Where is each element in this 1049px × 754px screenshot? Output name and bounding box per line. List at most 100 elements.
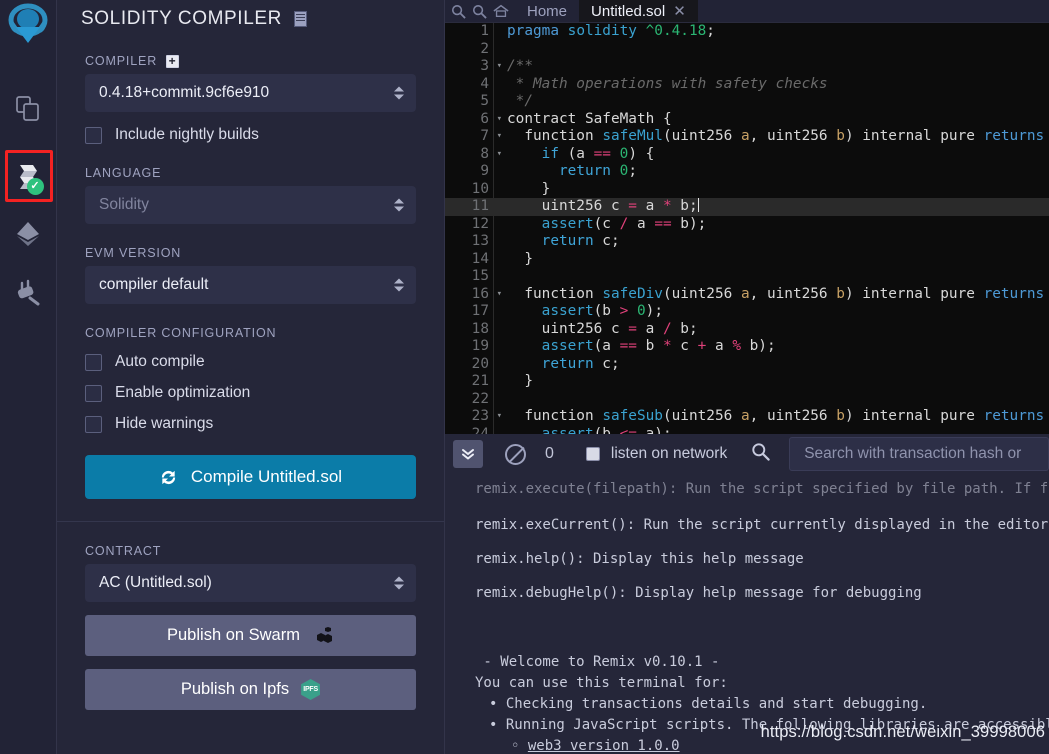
code-editor[interactable]: 1 pragma solidity ^0.4.18; 2 3 ▾ /** 4 * Math … (445, 22, 1049, 434)
clear-console-button[interactable] (505, 443, 526, 465)
search-icon[interactable] (751, 442, 770, 466)
language-label: LANGUAGE (85, 166, 162, 180)
compile-button-label: Compile Untitled.sol (190, 467, 343, 486)
terminal-line: • Checking transactions details and star… (489, 696, 928, 712)
home-icon[interactable] (493, 4, 509, 18)
swarm-icon (312, 626, 334, 645)
terminal-line: remix.debugHelp(): Display help message … (475, 585, 922, 601)
hide-warnings-row[interactable]: Hide warnings (85, 415, 416, 433)
sidebar-item-plugin-manager[interactable] (0, 263, 57, 321)
chevron-updown-icon (394, 576, 404, 590)
main-area: Home Untitled.sol ✕ 1 pragma solidity ^0.… (445, 0, 1049, 754)
listen-on-network-checkbox[interactable] (585, 447, 600, 461)
hide-warnings-checkbox[interactable] (85, 415, 102, 433)
tab-home[interactable]: Home (515, 0, 579, 22)
line-number: 19 (471, 338, 489, 354)
code-line: 14 } (445, 251, 1049, 269)
code-line: 24 assert(b <= a); (445, 426, 1049, 435)
contract-value: AC (Untitled.sol) (99, 574, 212, 591)
terminal-toolbar: 0 listen on network Search with transact… (445, 434, 1049, 474)
terminal-line: remix.execute(filepath): Run the script … (475, 481, 1049, 497)
code-lines: 1 pragma solidity ^0.4.18; 2 3 ▾ /** 4 * Math … (445, 23, 1049, 434)
ipfs-icon: IPFS (301, 679, 321, 700)
solidity-compiler-panel: SOLIDITY COMPILER COMPILER + 0.4.18+comm… (57, 0, 445, 754)
code-text: return c; (541, 233, 620, 249)
terminal-welcome-block: - Welcome to Remix v0.10.1 - You can use … (475, 610, 1049, 754)
terminal-output[interactable]: remix.execute(filepath): Run the script … (445, 474, 1049, 754)
add-custom-compiler-icon[interactable]: + (166, 54, 180, 68)
code-line: 2 (445, 41, 1049, 59)
tab-untitled-sol[interactable]: Untitled.sol ✕ (579, 0, 698, 22)
code-line: 3 ▾ /** (445, 58, 1049, 76)
code-line: 4 * Math operations with safety checks (445, 76, 1049, 94)
enable-optimization-row[interactable]: Enable optimization (85, 384, 416, 402)
auto-compile-row[interactable]: Auto compile (85, 353, 416, 371)
documentation-icon[interactable] (293, 10, 307, 27)
code-line: 22 (445, 391, 1049, 409)
include-nightly-row[interactable]: Include nightly builds (85, 126, 416, 144)
text-cursor (697, 198, 699, 212)
remix-ide-window: ✓ SOLIDITY COMPILER COMPILER + 0.4.18+co… (0, 0, 1049, 754)
contract-select[interactable]: AC (Untitled.sol) (85, 564, 416, 602)
code-line: 18 uint256 c = a / b; (445, 321, 1049, 339)
close-icon[interactable]: ✕ (673, 4, 686, 19)
sidebar-item-file-explorers[interactable] (0, 80, 57, 138)
line-number: 13 (471, 233, 489, 249)
terminal-line: remix.exeCurrent(): Run the script curre… (475, 517, 1049, 533)
auto-compile-checkbox[interactable] (85, 353, 102, 371)
include-nightly-checkbox[interactable] (85, 126, 102, 144)
terminal-panel: 0 listen on network Search with transact… (445, 434, 1049, 754)
code-text: assert(c / a == b); (507, 215, 707, 232)
terminal-line: ◦ web3 version 1.0.0 (511, 738, 680, 754)
compiler-version-value: 0.4.18+commit.9cf6e910 (99, 84, 270, 101)
code-line: 20 return c; (445, 356, 1049, 374)
line-number: 9 (480, 163, 489, 179)
sidebar-item-solidity-compiler[interactable]: ✓ (0, 147, 57, 205)
chevron-updown-icon (394, 278, 404, 292)
zoom-in-icon[interactable] (472, 4, 487, 19)
search-placeholder: Search with transaction hash or (804, 445, 1022, 462)
publish-on-ipfs-button[interactable]: Publish on Ipfs IPFS (85, 669, 416, 710)
code-text: function safeDiv(uint256 a, uint256 b) i… (507, 285, 1045, 302)
code-text: pragma solidity ^0.4.18; (507, 23, 715, 39)
code-text: assert(b <= a); (507, 425, 672, 435)
compiler-version-select[interactable]: 0.4.18+commit.9cf6e910 (85, 74, 416, 112)
editor-tab-bar: Home Untitled.sol ✕ (445, 0, 1049, 22)
chevron-updown-icon (394, 86, 404, 100)
line-number: 8 ▾ (480, 145, 502, 162)
web3-link[interactable]: web3 version 1.0.0 (528, 738, 680, 754)
code-line: 5 */ (445, 93, 1049, 111)
code-line: 23 ▾ function safeSub(uint256 a, uint256 … (445, 408, 1049, 426)
line-number: 3 ▾ (480, 58, 502, 74)
compile-button[interactable]: Compile Untitled.sol (85, 455, 416, 499)
line-number: 4 (480, 75, 489, 92)
language-select[interactable]: Solidity (85, 186, 416, 224)
enable-optimization-checkbox[interactable] (85, 384, 102, 402)
code-line: 6 ▾ contract SafeMath { (445, 111, 1049, 129)
terminal-line: • Running JavaScript scripts. The follow… (489, 717, 1049, 733)
evm-version-select[interactable]: compiler default (85, 266, 416, 304)
terminal-line: You can use this terminal for: (475, 675, 728, 691)
terminal-welcome-title: - Welcome to Remix v0.10.1 - (475, 654, 720, 670)
listen-on-network-row[interactable]: listen on network (585, 445, 727, 463)
line-number: 14 (471, 250, 489, 267)
contract-label: CONTRACT (85, 544, 162, 558)
remix-logo-icon[interactable] (0, 2, 57, 54)
publish-on-swarm-button[interactable]: Publish on Swarm (85, 615, 416, 656)
code-text: if (a == 0) { (541, 145, 655, 162)
code-text: /** (507, 58, 533, 74)
hide-warnings-label: Hide warnings (115, 415, 214, 432)
language-value: Solidity (99, 196, 149, 213)
sidebar-item-deploy-run[interactable] (0, 205, 57, 263)
code-text: contract SafeMath { (507, 110, 672, 127)
zoom-out-icon[interactable] (451, 4, 466, 19)
terminal-collapse-button[interactable] (453, 440, 483, 468)
line-number: 7 ▾ (480, 128, 502, 144)
code-text: } (507, 180, 551, 197)
page-title: SOLIDITY COMPILER (81, 7, 282, 29)
code-text: */ (507, 93, 533, 109)
line-number: 10 (471, 180, 489, 197)
line-number: 18 (471, 320, 489, 337)
code-text: * Math operations with safety checks (507, 75, 828, 92)
transaction-search-input[interactable]: Search with transaction hash or (789, 437, 1049, 471)
